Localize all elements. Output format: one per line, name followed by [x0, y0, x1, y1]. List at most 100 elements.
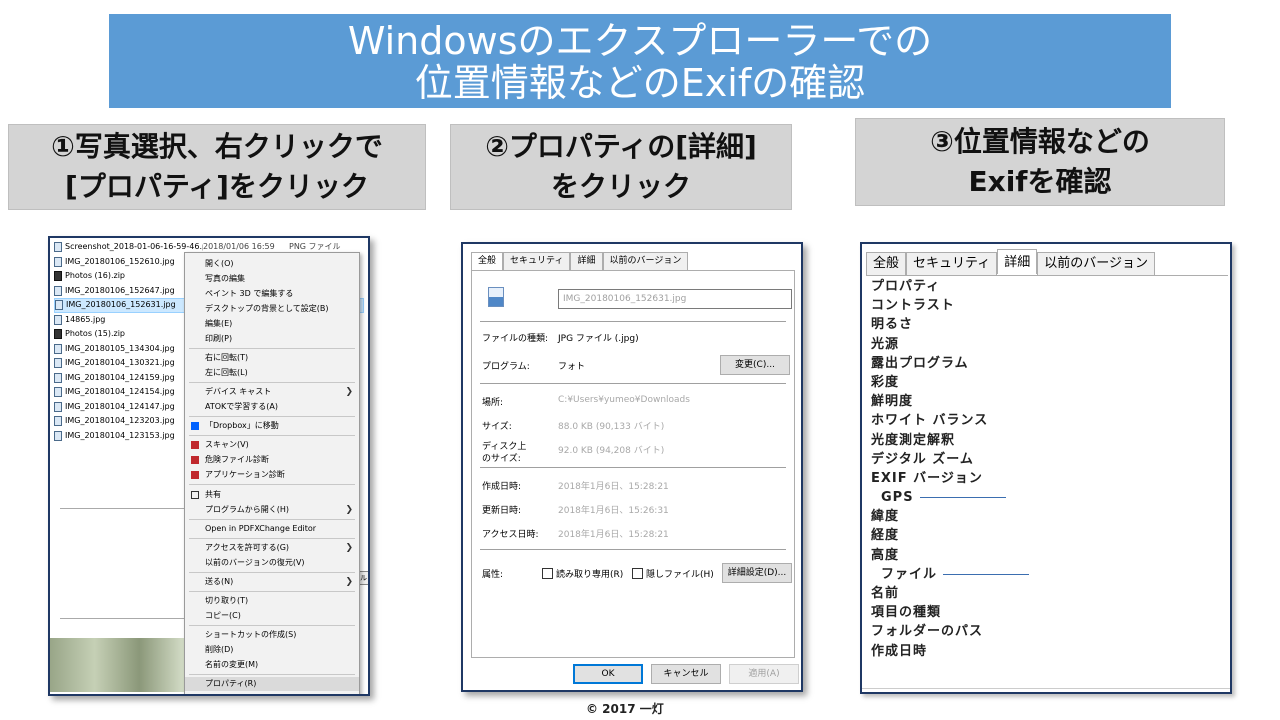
menu-set-background[interactable]: デスクトップの背景として設定(B) — [185, 302, 359, 316]
menu-danger-file[interactable]: 危険ファイル診断 — [185, 453, 359, 467]
tab-previous-versions[interactable]: 以前のバージョン — [1037, 252, 1156, 276]
menu-rotate-right[interactable]: 右に回転(T) — [185, 351, 359, 365]
dropbox-icon — [191, 422, 199, 430]
chevron-right-icon: ❯ — [345, 577, 353, 587]
menu-separator — [189, 435, 355, 436]
tab-security[interactable]: セキュリティ — [906, 252, 998, 276]
property-item: 高度 — [871, 547, 900, 563]
menu-rotate-left[interactable]: 左に回転(L) — [185, 366, 359, 380]
menu-print[interactable]: 印刷(P) — [185, 332, 359, 346]
menu-separator — [189, 519, 355, 520]
menu-separator — [189, 674, 355, 675]
menu-access-label: アクセスを許可する(G) — [205, 543, 290, 552]
menu-rename[interactable]: 名前の変更(M) — [185, 658, 359, 672]
tab-details[interactable]: 詳細 — [997, 249, 1038, 274]
created-label: 作成日時: — [482, 482, 522, 492]
program-value: フォト — [558, 362, 586, 372]
menu-delete[interactable]: 削除(D) — [185, 643, 359, 657]
menu-separator — [189, 484, 355, 485]
property-item: フォルダーのパス — [871, 624, 984, 640]
step-3-header: ③位置情報などの Exifを確認 — [855, 118, 1225, 206]
step-2-line-2: をクリック — [550, 170, 691, 203]
menu-share[interactable]: 共有 — [185, 488, 359, 502]
size-label: サイズ: — [482, 422, 512, 432]
hidden-checkbox[interactable] — [632, 568, 643, 579]
menu-open-with[interactable]: プログラムから開く(H) ❯ — [185, 503, 359, 517]
file-name: IMG_20180105_134304.jpg — [65, 343, 175, 353]
divider — [862, 688, 1230, 689]
location-label: 場所: — [482, 398, 504, 408]
file-name: IMG_20180104_124159.jpg — [65, 372, 175, 382]
file-name: IMG_20180104_123153.jpg — [65, 430, 175, 440]
type-value: JPG ファイル (.jpg) — [558, 334, 639, 344]
advanced-button[interactable]: 詳細設定(D)... — [722, 563, 792, 583]
file-section-header: ファイル — [871, 565, 1030, 584]
step-1-line-2: [プロパティ]をクリック — [65, 170, 369, 203]
properties-dialog: 全般 セキュリティ 詳細 以前のバージョン IMG_20180106_15263… — [461, 242, 803, 692]
property-item: 鮮明度 — [871, 394, 914, 410]
hidden-label: 隠しファイル(H) — [646, 570, 714, 580]
file-name: IMG_20180104_130321.jpg — [65, 358, 175, 367]
menu-send-to[interactable]: 送る(N) ❯ — [185, 575, 359, 589]
menu-cast-label: デバイス キャスト — [205, 387, 272, 396]
ok-button[interactable]: OK — [573, 664, 643, 684]
menu-open-with-label: プログラムから開く(H) — [205, 505, 290, 514]
change-button[interactable]: 変更(C)... — [720, 355, 790, 375]
property-item: 明るさ — [871, 317, 914, 333]
cancel-button[interactable]: キャンセル — [651, 664, 721, 684]
readonly-checkbox[interactable] — [542, 568, 553, 579]
image-file-icon — [55, 300, 63, 311]
general-tab-body: IMG_20180106_152631.jpg ファイルの種類: JPG ファイ… — [471, 270, 795, 658]
menu-restore[interactable]: 以前のバージョンの復元(V) — [185, 556, 359, 570]
menu-properties[interactable]: プロパティ(R) — [185, 677, 359, 691]
tab-details[interactable]: 詳細 — [570, 252, 603, 270]
file-name: 14865.jpg — [65, 314, 106, 324]
property-item: 名前 — [871, 586, 900, 601]
menu-cut[interactable]: 切り取り(T) — [185, 594, 359, 608]
menu-open[interactable]: 開く(O) — [185, 257, 359, 271]
image-file-icon — [54, 372, 62, 383]
filename-input[interactable]: IMG_20180106_152631.jpg — [558, 289, 792, 309]
tab-general[interactable]: 全般 — [471, 252, 504, 271]
step-3-line-2: Exifを確認 — [968, 165, 1112, 198]
image-file-icon — [54, 416, 62, 427]
properties-tabs: 全般 セキュリティ 詳細 以前のバージョン — [471, 252, 689, 271]
file-name: IMG_20180104_124154.jpg — [65, 387, 175, 396]
gps-section-header: GPS — [871, 488, 1029, 507]
title-banner: Windowsのエクスプローラーでの 位置情報などのExifの確認 — [109, 14, 1171, 108]
menu-pdfx[interactable]: Open in PDFXChange Editor — [185, 522, 359, 536]
attributes-label: 属性: — [482, 570, 504, 580]
property-item: コントラスト — [871, 298, 955, 314]
menu-access[interactable]: アクセスを許可する(G) ❯ — [185, 541, 359, 555]
menu-edit[interactable]: 編集(E) — [185, 317, 359, 331]
menu-app-diag[interactable]: アプリケーション診断 — [185, 468, 359, 482]
context-menu: 開く(O) 写真の編集 ペイント 3D で編集する デスクトップの背景として設定… — [184, 252, 360, 694]
menu-separator — [189, 416, 355, 417]
file-name: Photos (15).zip — [65, 329, 125, 338]
menu-dropbox-label: 「Dropbox」に移動 — [205, 421, 279, 430]
tab-previous-versions[interactable]: 以前のバージョン — [602, 252, 689, 270]
menu-scan[interactable]: スキャン(V) — [185, 438, 359, 452]
tab-underline — [866, 275, 1228, 276]
apply-button[interactable]: 適用(A) — [729, 664, 799, 684]
menu-atok[interactable]: ATOKで学習する(A) — [185, 400, 359, 414]
image-file-icon — [54, 401, 62, 412]
menu-edit-photo[interactable]: 写真の編集 — [185, 272, 359, 286]
tab-general[interactable]: 全般 — [866, 252, 907, 276]
tab-security[interactable]: セキュリティ — [503, 252, 571, 270]
menu-separator — [189, 382, 355, 383]
menu-copy[interactable]: コピー(C) — [185, 609, 359, 623]
section-line — [919, 497, 1006, 499]
property-item: プロパティ — [871, 279, 941, 294]
share-icon — [191, 491, 199, 499]
menu-cast[interactable]: デバイス キャスト ❯ — [185, 385, 359, 399]
property-item: 経度 — [871, 528, 900, 544]
menu-dropbox[interactable]: 「Dropbox」に移動 — [185, 419, 359, 433]
image-file-icon — [488, 287, 504, 307]
menu-create-shortcut[interactable]: ショートカットの作成(S) — [185, 628, 359, 642]
location-value: C:¥Users¥yumeo¥Downloads — [558, 395, 690, 405]
menu-separator — [189, 625, 355, 626]
details-tabs: 全般 セキュリティ 詳細 以前のバージョン — [866, 249, 1156, 276]
menu-paint3d[interactable]: ペイント 3D で編集する — [185, 287, 359, 301]
file-name: IMG_20180106_152647.jpg — [65, 285, 175, 295]
